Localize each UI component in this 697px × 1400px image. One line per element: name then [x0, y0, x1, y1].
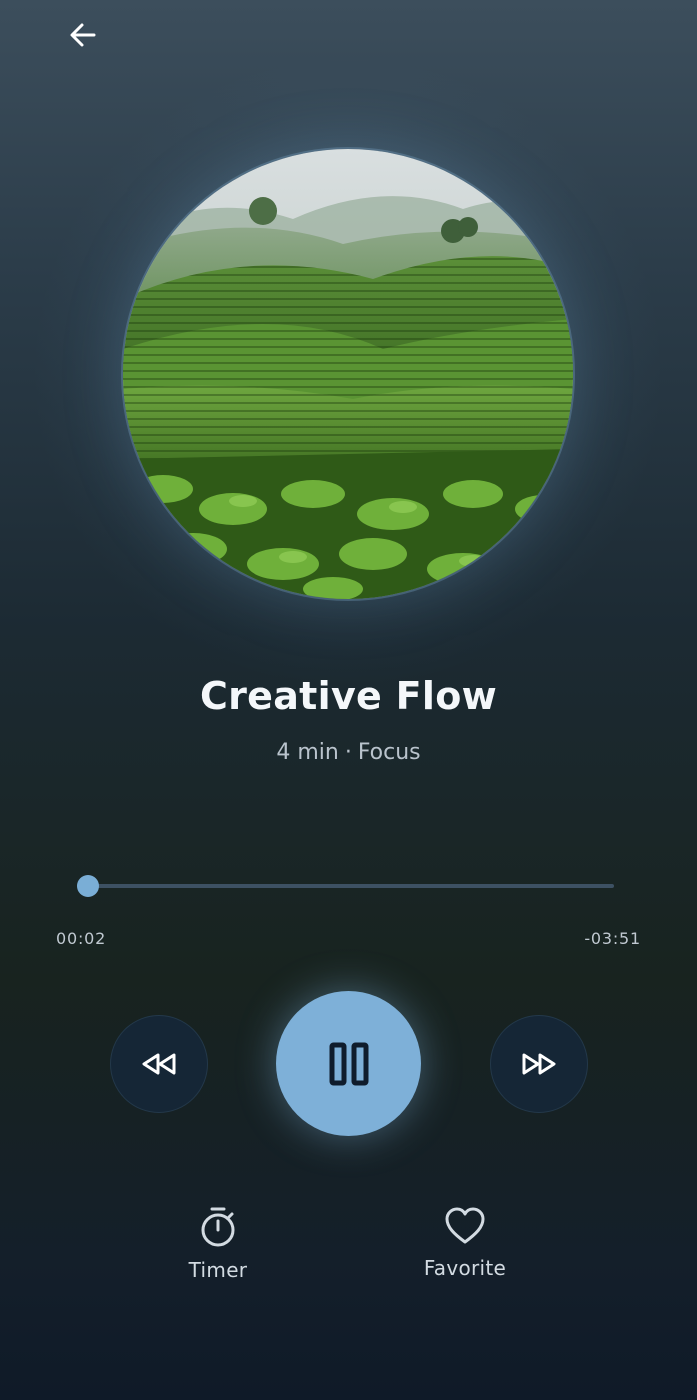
timer-label: Timer	[188, 1258, 248, 1282]
player-screen: Creative Flow 4 min · Focus 00:02 -03:51 T…	[0, 0, 697, 1400]
track-artwork	[123, 149, 573, 599]
track-title: Creative Flow	[199, 674, 498, 718]
tea-field-artwork	[123, 149, 573, 599]
rewind-button[interactable]	[110, 1015, 208, 1113]
timer-button[interactable]: Timer	[138, 1206, 298, 1282]
fast-forward-icon	[522, 1053, 556, 1075]
pause-icon	[329, 1042, 368, 1085]
rewind-icon	[142, 1053, 176, 1075]
elapsed-time: 00:02	[56, 929, 107, 948]
timer-icon	[201, 1207, 235, 1247]
progress-bar[interactable]	[77, 875, 614, 897]
heart-icon	[445, 1207, 485, 1244]
favorite-label: Favorite	[423, 1256, 507, 1280]
track-category: Focus	[357, 740, 421, 765]
remaining-time: -03:51	[584, 929, 641, 948]
progress-knob[interactable]	[77, 875, 99, 897]
track-duration: 4 min	[276, 740, 339, 765]
back-button[interactable]	[62, 14, 104, 56]
track-meta: 4 min · Focus	[0, 740, 697, 765]
arrow-left-icon	[70, 23, 96, 47]
meta-separator: ·	[344, 740, 352, 765]
fast-forward-button[interactable]	[490, 1015, 588, 1113]
pause-button[interactable]	[276, 991, 421, 1136]
favorite-button[interactable]: Favorite	[385, 1206, 545, 1280]
